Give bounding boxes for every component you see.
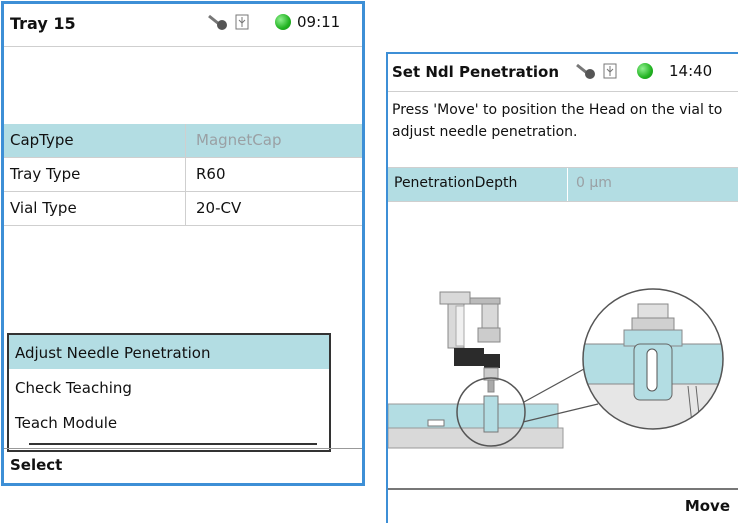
status-area: 14:40	[575, 62, 712, 80]
clock: 09:11	[297, 13, 341, 31]
menu-item-teach-module[interactable]: Teach Module	[9, 405, 329, 439]
title-bar: Set Ndl Penetration 14:40	[388, 54, 738, 92]
clock: 14:40	[669, 62, 713, 80]
select-softkey[interactable]: Select	[10, 456, 62, 474]
field-value: 0 µm	[576, 175, 612, 191]
key-icon	[576, 63, 595, 79]
status-led-icon	[275, 14, 291, 30]
field-row-vial-type[interactable]: Vial Type 20-CV	[4, 192, 362, 226]
tray-screen: Tray 15 09:11 CapType MagnetCap Tray Typ…	[1, 1, 365, 486]
softkey-bar: Select	[4, 448, 362, 483]
field-row-tray-type[interactable]: Tray Type R60	[4, 158, 362, 192]
context-menu: Adjust Needle Penetration Check Teaching…	[7, 333, 331, 452]
key-icon	[208, 14, 227, 30]
softkey-bar: Move	[388, 488, 738, 523]
move-softkey[interactable]: Move	[685, 497, 730, 515]
field-row-captype[interactable]: CapType MagnetCap	[4, 124, 362, 158]
screen-title: Tray 15	[10, 14, 76, 33]
menu-scroll-indicator	[29, 443, 317, 445]
field-label: PenetrationDepth	[394, 175, 518, 191]
menu-item-check-teaching[interactable]: Check Teaching	[9, 370, 329, 404]
menu-item-adjust-needle-penetration[interactable]: Adjust Needle Penetration	[9, 335, 329, 369]
field-row-penetration-depth[interactable]: PenetrationDepth 0 µm	[388, 167, 738, 202]
field-value: 20-CV	[196, 199, 242, 217]
status-area: 09:11	[207, 13, 340, 31]
field-label: CapType	[10, 131, 74, 149]
usb-icon	[603, 63, 617, 79]
title-bar: Tray 15 09:11	[4, 4, 362, 47]
field-label: Vial Type	[10, 199, 77, 217]
screen-title: Set Ndl Penetration	[392, 63, 560, 81]
needle-penetration-diagram	[388, 288, 724, 449]
needle-penetration-screen: Set Ndl Penetration 14:40 Press 'Move' t…	[386, 52, 738, 523]
field-value: R60	[196, 165, 226, 183]
status-led-icon	[637, 63, 653, 79]
instruction-text: Press 'Move' to position the Head on the…	[392, 102, 723, 140]
field-value: MagnetCap	[196, 131, 282, 149]
usb-icon	[235, 14, 249, 30]
field-label: Tray Type	[10, 165, 81, 183]
